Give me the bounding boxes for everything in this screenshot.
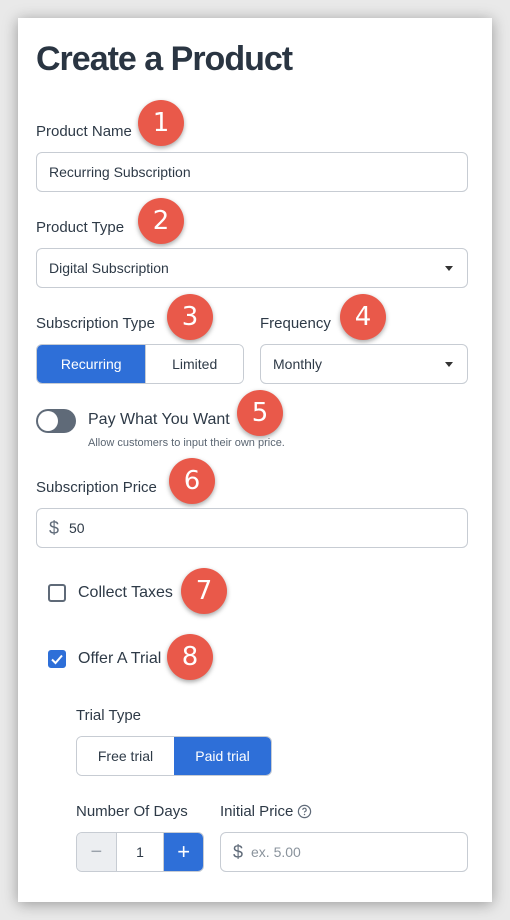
callout-badge-1: 1: [138, 100, 184, 146]
callout-badge-2: 2: [138, 198, 184, 244]
subscription-type-recurring[interactable]: Recurring: [37, 345, 146, 383]
product-type-select[interactable]: Digital Subscription: [36, 248, 468, 288]
dollar-icon: $: [233, 841, 244, 862]
subscription-type-label: Subscription Type: [36, 315, 155, 332]
trial-type-toggle: Free trial Paid trial: [76, 736, 272, 776]
callout-badge-3: 3: [167, 294, 213, 340]
callout-badge-5: 5: [237, 390, 283, 436]
frequency-label: Frequency: [260, 315, 331, 332]
callout-badge-4: 4: [340, 294, 386, 340]
number-of-days-value[interactable]: 1: [115, 833, 165, 871]
product-name-input[interactable]: Recurring Subscription: [36, 152, 468, 192]
initial-price-label-row: Initial Price: [220, 803, 312, 820]
frequency-select[interactable]: Monthly: [260, 344, 468, 384]
toggle-knob: [38, 411, 58, 431]
subscription-type-toggle: Recurring Limited: [36, 344, 244, 384]
increment-button[interactable]: +: [164, 833, 203, 871]
trial-type-label: Trial Type: [76, 707, 142, 724]
help-circle-icon[interactable]: [297, 804, 312, 819]
dollar-icon: $: [49, 517, 60, 538]
pay-what-you-want-toggle[interactable]: [36, 409, 76, 433]
product-name-value: Recurring Subscription: [49, 164, 191, 180]
collect-taxes-label: Collect Taxes: [78, 584, 173, 601]
product-form-card: Create a Product Product Name 1 Recurrin…: [18, 18, 492, 902]
subscription-price-label: Subscription Price: [36, 479, 157, 496]
decrement-button[interactable]: −: [77, 833, 116, 871]
offer-trial-label: Offer A Trial: [78, 650, 162, 667]
callout-badge-6: 6: [169, 458, 215, 504]
product-type-value: Digital Subscription: [49, 260, 169, 276]
trial-type-free[interactable]: Free trial: [77, 737, 174, 775]
initial-price-label: Initial Price: [220, 803, 294, 820]
chevron-down-icon: [445, 266, 453, 271]
chevron-down-icon: [445, 362, 453, 367]
initial-price-input[interactable]: $ ex. 5.00: [220, 832, 468, 872]
page-title: Create a Product: [36, 40, 293, 78]
pay-what-you-want-help: Allow customers to input their own price…: [88, 437, 285, 449]
subscription-price-value: 50: [69, 520, 85, 536]
number-of-days-stepper: − 1 +: [76, 832, 204, 872]
offer-trial-checkbox[interactable]: [48, 650, 66, 668]
pay-what-you-want-label: Pay What You Want: [88, 411, 230, 428]
callout-badge-8: 8: [167, 634, 213, 680]
product-type-label: Product Type: [36, 219, 125, 236]
collect-taxes-checkbox[interactable]: [48, 584, 66, 602]
callout-badge-7: 7: [181, 568, 227, 614]
subscription-type-limited[interactable]: Limited: [145, 345, 243, 383]
check-icon: [51, 654, 63, 665]
product-name-label: Product Name: [36, 123, 132, 140]
number-of-days-label: Number Of Days: [76, 803, 188, 820]
initial-price-placeholder: ex. 5.00: [251, 844, 301, 860]
subscription-price-input[interactable]: $ 50: [36, 508, 468, 548]
trial-type-paid[interactable]: Paid trial: [174, 737, 271, 775]
frequency-value: Monthly: [273, 356, 323, 372]
